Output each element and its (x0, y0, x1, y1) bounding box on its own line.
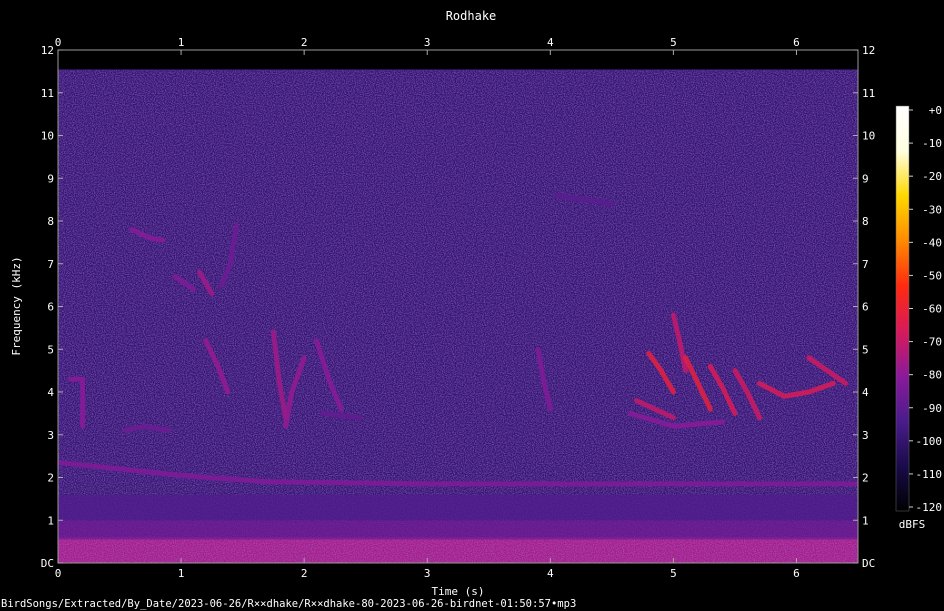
colorbar-tick-label: -60 (922, 303, 942, 316)
y-tick-label-left: 6 (47, 301, 54, 314)
y-tick-label-left: DC (41, 557, 54, 570)
y-tick-label-right: DC (862, 557, 875, 570)
x-tick-label-bottom: 1 (178, 567, 185, 580)
colorbar-tick-label: -100 (916, 435, 943, 448)
x-tick-label-top: 2 (301, 36, 308, 49)
colorbar-label: dBFS (899, 518, 926, 531)
colorbar-tick-label: -90 (922, 402, 942, 415)
y-tick-label-left: 9 (47, 172, 54, 185)
y-tick-label-right: 8 (862, 215, 869, 228)
x-tick-label-top: 1 (178, 36, 185, 49)
y-tick-label-left: 11 (41, 87, 54, 100)
colorbar-strip (895, 105, 910, 512)
colorbar-tick-label: -20 (922, 170, 942, 183)
y-tick-label-left: 1 (47, 514, 54, 527)
x-tick-label-bottom: 6 (793, 567, 800, 580)
colorbar-tick-label: -80 (922, 369, 942, 382)
colorbar-tick-label: -30 (922, 203, 942, 216)
y-tick-label-left: 7 (47, 258, 54, 271)
y-tick-label-right: 9 (862, 172, 869, 185)
y-tick-label-left: 2 (47, 472, 54, 485)
y-tick-label-right: 7 (862, 258, 869, 271)
x-tick-label-top: 0 (55, 36, 62, 49)
y-tick-label-right: 6 (862, 301, 869, 314)
colorbar-ticks: +0 -10 -20 -30 -40 -50 -60 -70 -80 -90 -100 -110 -12… (909, 104, 942, 514)
x-tick-label-top: 4 (547, 36, 554, 49)
plot-area (58, 50, 858, 563)
y-tick-label-left: 3 (47, 429, 54, 442)
x-tick-label-bottom: 4 (547, 567, 554, 580)
y-tick-label-right: 2 (862, 472, 869, 485)
y-tick-label-right: 4 (862, 386, 869, 399)
spectral-band-1 (58, 494, 858, 521)
y-tick-label-right: 3 (862, 429, 869, 442)
x-axis-label: Time (s) (432, 585, 485, 598)
colorbar-tick-label: -110 (916, 468, 943, 481)
colorbar: +0 -10 -20 -30 -40 -50 -60 -70 -80 -90 -100 -110 -12… (895, 104, 942, 531)
y-tick-label-left: 8 (47, 215, 54, 228)
spectral-band-0 (58, 520, 858, 540)
x-tick-label-bottom: 3 (424, 567, 431, 580)
y-tick-label-right: 5 (862, 343, 869, 356)
y-tick-label-left: 4 (47, 386, 54, 399)
x-tick-label-top: 5 (670, 36, 677, 49)
spectrogram-chart: Rodhake 00112233445566 DC DC1 12 23 34 45 56 67… (1, 9, 942, 610)
colorbar-tick-label: +0 (929, 104, 942, 117)
y-axis-label: Frequency (kHz) (10, 256, 23, 355)
chart-title: Rodhake (446, 9, 497, 23)
x-tick-label-bottom: 2 (301, 567, 308, 580)
file-path: BirdSongs/Extracted/By_Date/2023-06-26/R… (1, 598, 576, 610)
colorbar-tick-label: -40 (922, 236, 942, 249)
x-tick-label-bottom: 0 (55, 567, 62, 580)
x-tick-label-top: 3 (424, 36, 431, 49)
x-tick-label-top: 6 (793, 36, 800, 49)
y-tick-label-right: 12 (862, 44, 875, 57)
cutoff-band (58, 50, 858, 70)
y-tick-label-right: 1 (862, 514, 869, 527)
y-tick-label-left: 5 (47, 343, 54, 356)
y-tick-label-left: 10 (41, 130, 54, 143)
colorbar-tick-label: -120 (916, 501, 943, 514)
colorbar-tick-label: -50 (922, 269, 942, 282)
y-tick-label-right: 10 (862, 130, 875, 143)
y-tick-label-left: 12 (41, 44, 54, 57)
noise-texture (58, 70, 858, 563)
y-tick-label-right: 11 (862, 87, 875, 100)
x-tick-label-bottom: 5 (670, 567, 677, 580)
colorbar-tick-label: -70 (922, 336, 942, 349)
colorbar-tick-label: -10 (922, 137, 942, 150)
